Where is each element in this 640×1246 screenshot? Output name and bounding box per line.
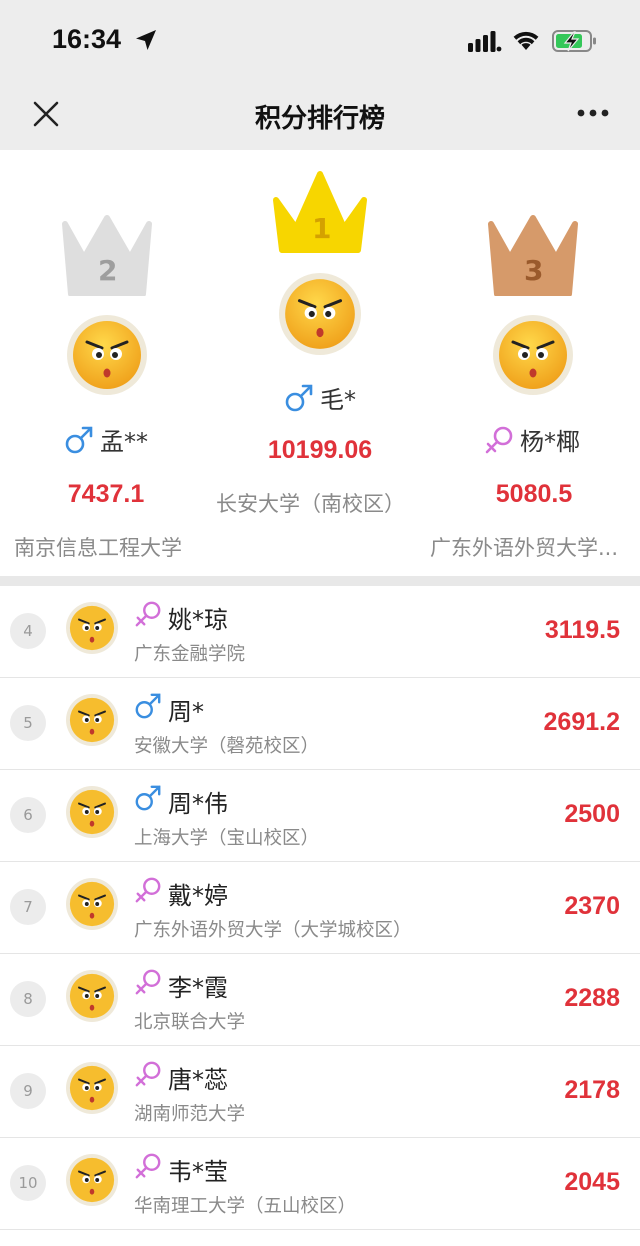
list-item[interactable]: 4 姚*琼 广东金融学院 3119.5 — [0, 586, 640, 678]
status-time: 16:34 — [52, 24, 122, 54]
rank-list: 4 姚*琼 广东金融学院 3119.5 5 周* 安徽大学（磬苑校区） 2691… — [0, 586, 640, 1230]
podium-name: 杨*椰 — [484, 422, 580, 457]
male-icon — [135, 785, 161, 811]
list-item[interactable]: 6 周*伟 上海大学（宝山校区） 2500 — [0, 770, 640, 862]
user-name: 李*霞 — [168, 974, 228, 1002]
avatar[interactable] — [66, 970, 118, 1022]
list-item[interactable]: 7 戴*婷 广东外语外贸大学（大学城校区） 2370 — [0, 862, 640, 954]
user-score: 2500 — [564, 800, 620, 828]
user-name: 姚*琼 — [168, 606, 228, 634]
female-icon — [135, 601, 161, 627]
user-school: 北京联合大学 — [134, 1012, 246, 1033]
user-name: 韦*莹 — [168, 1158, 228, 1186]
user-score: 2691.2 — [543, 708, 620, 736]
rank-number: 10 — [10, 1165, 46, 1201]
list-item[interactable]: 8 李*霞 北京联合大学 2288 — [0, 954, 640, 1046]
rank-number: 5 — [10, 705, 46, 741]
avatar[interactable] — [66, 1062, 118, 1114]
user-school: 华南理工大学（五山校区） — [134, 1196, 357, 1217]
user-school: 湖南师范大学 — [134, 1104, 246, 1125]
podium-score: 10199.06 — [267, 436, 373, 464]
avatar[interactable] — [66, 878, 118, 930]
user-score: 2178 — [564, 1076, 620, 1104]
male-icon — [65, 426, 93, 453]
female-icon — [135, 969, 161, 995]
wifi-icon — [513, 31, 539, 50]
rank-number: 4 — [10, 613, 46, 649]
avatar[interactable] — [66, 602, 118, 654]
user-score: 2288 — [564, 984, 620, 1012]
podium-school: 广东外语外贸大学... — [430, 536, 619, 560]
avatar[interactable] — [67, 315, 147, 395]
user-score: 3119.5 — [544, 616, 620, 644]
user-school: 安徽大学（磬苑校区） — [134, 736, 320, 757]
user-name: 周*伟 — [168, 790, 228, 818]
podium-school: 长安大学（南校区） — [216, 492, 405, 516]
female-icon — [135, 1061, 161, 1087]
male-icon — [285, 384, 313, 411]
avatar[interactable] — [279, 273, 361, 355]
podium-score: 7437.1 — [67, 480, 145, 508]
avatar[interactable] — [66, 694, 118, 746]
user-name: 戴*婷 — [168, 882, 228, 910]
cellular-signal-icon — [468, 31, 502, 52]
location-arrow-icon — [136, 30, 156, 50]
rank-number: 9 — [10, 1073, 46, 1109]
podium-name: 毛* — [284, 380, 356, 415]
female-icon — [135, 877, 161, 903]
user-score: 2045 — [564, 1168, 620, 1196]
list-item[interactable]: 10 韦*莹 华南理工大学（五山校区） 2045 — [0, 1138, 640, 1230]
rank-number: 6 — [10, 797, 46, 833]
podium-rank-label: 1 — [312, 212, 332, 245]
nav-bar: 积分排行榜 — [0, 84, 640, 150]
user-school: 广东金融学院 — [134, 644, 246, 665]
user-name: 唐*蕊 — [168, 1066, 228, 1094]
status-bar: 16:34 — [0, 0, 640, 84]
podium-score: 5080.5 — [495, 480, 573, 508]
user-school: 上海大学（宝山校区） — [134, 828, 320, 849]
podium-rank-label: 3 — [524, 254, 544, 287]
podium-rank-label: 2 — [98, 254, 118, 287]
podium: 2 孟** 7437.1 南京信息工程大学 1 毛* 10199.06 长安大学… — [0, 150, 640, 576]
user-name: 周* — [168, 698, 204, 726]
avatar[interactable] — [66, 786, 118, 838]
more-options-icon[interactable] — [576, 106, 610, 120]
list-item[interactable]: 5 周* 安徽大学（磬苑校区） 2691.2 — [0, 678, 640, 770]
female-icon — [135, 1153, 161, 1179]
rank-number: 7 — [10, 889, 46, 925]
section-divider — [0, 576, 640, 586]
page-title: 积分排行榜 — [254, 104, 385, 134]
user-school: 广东外语外贸大学（大学城校区） — [134, 920, 412, 941]
male-icon — [135, 693, 161, 719]
podium-name: 孟** — [64, 422, 148, 457]
female-icon — [485, 426, 513, 453]
podium-school: 南京信息工程大学 — [14, 536, 182, 560]
list-item[interactable]: 9 唐*蕊 湖南师范大学 2178 — [0, 1046, 640, 1138]
avatar[interactable] — [66, 1154, 118, 1206]
user-score: 2370 — [564, 892, 620, 920]
battery-charging-icon — [552, 30, 596, 52]
avatar[interactable] — [493, 315, 573, 395]
rank-number: 8 — [10, 981, 46, 1017]
